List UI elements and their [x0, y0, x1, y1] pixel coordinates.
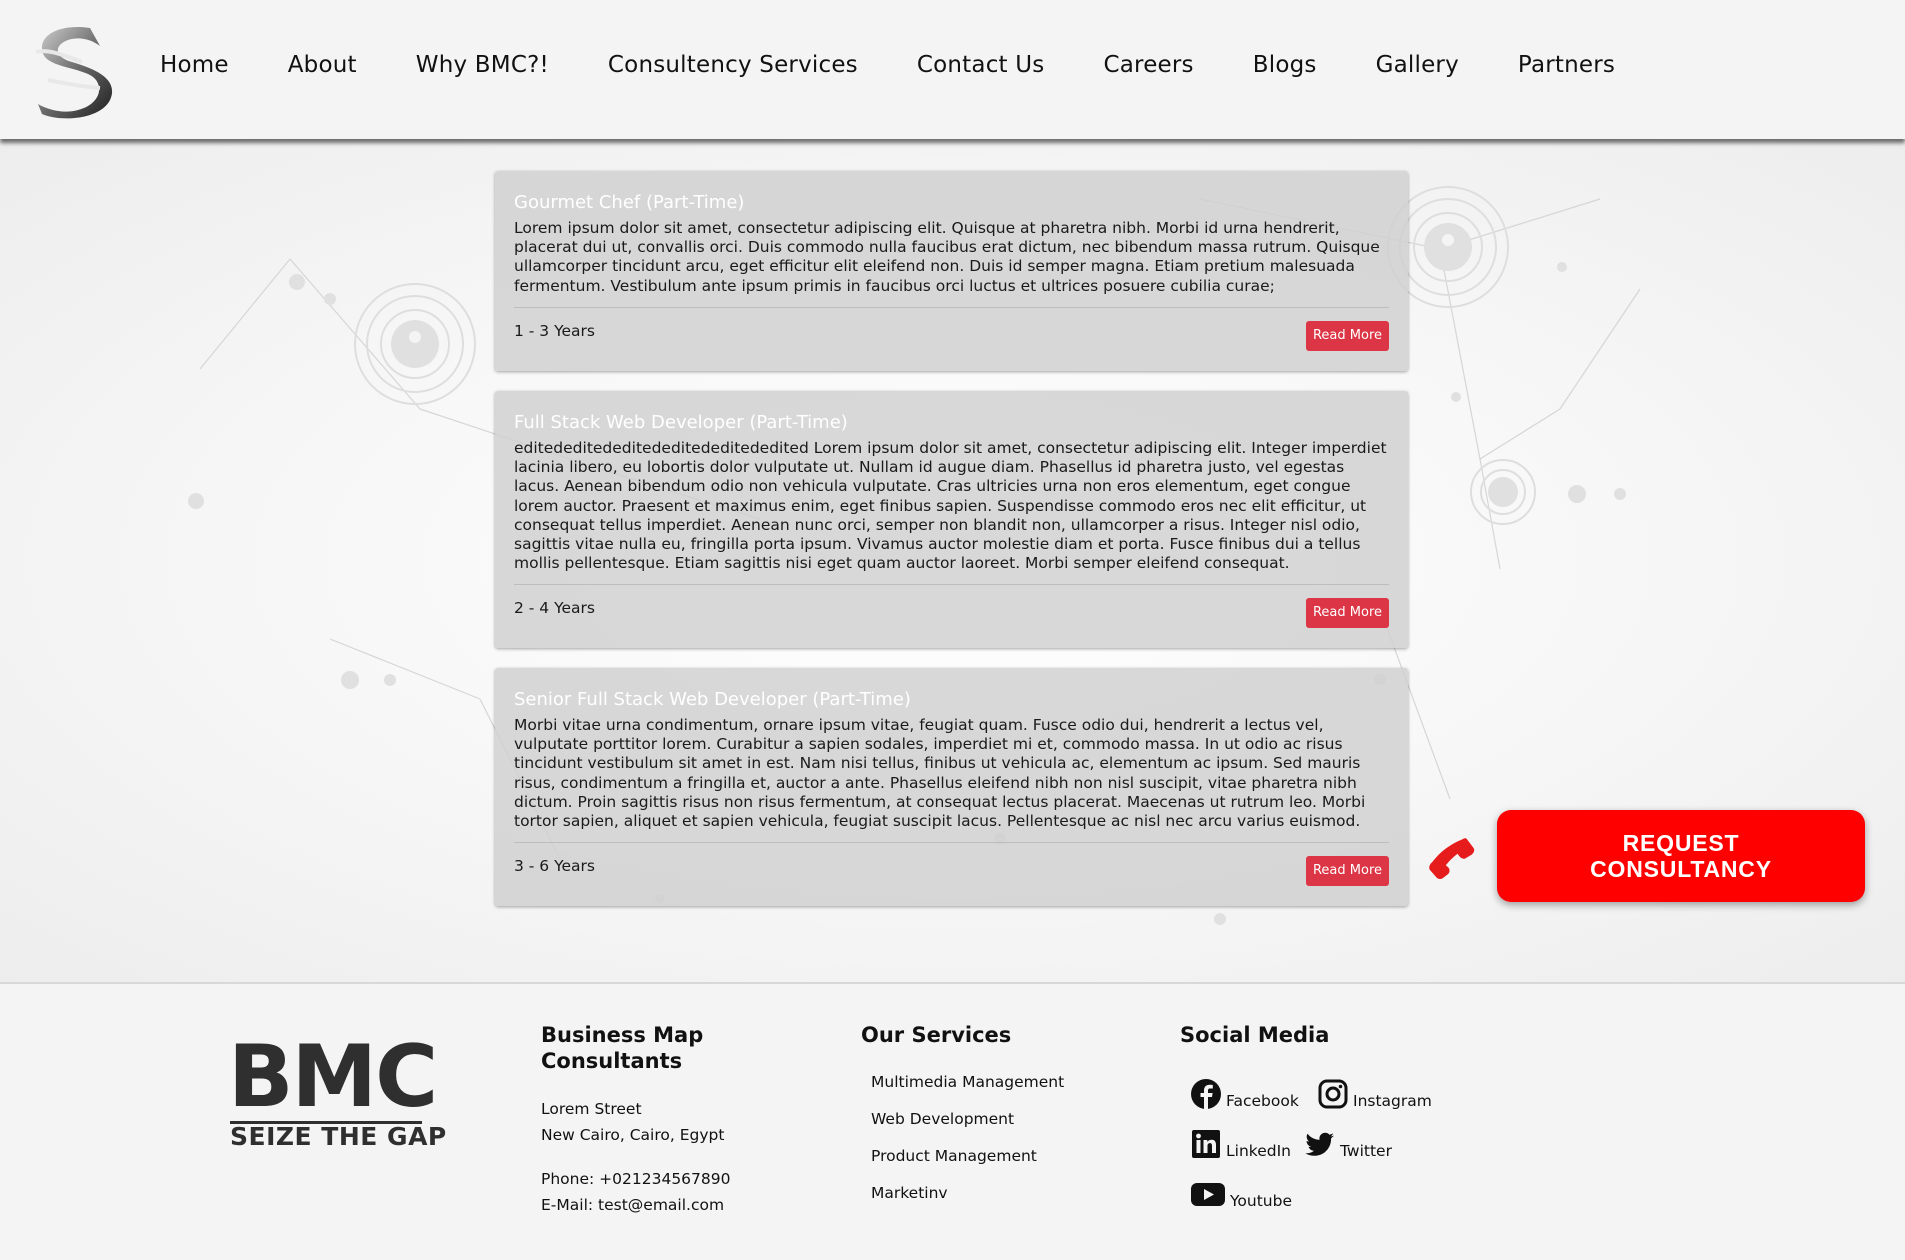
footer-business-column: Business Map Consultants Lorem Street Ne… [541, 1022, 781, 1218]
services-title: Our Services [861, 1023, 1012, 1047]
services-list: Multimedia Management Web Development Pr… [861, 1064, 1121, 1212]
service-item[interactable]: Multimedia Management [861, 1064, 1121, 1101]
social-instagram[interactable]: Instagram [1317, 1078, 1432, 1110]
business-contact: Phone: +021234567890 E-Mail: test@email.… [541, 1166, 781, 1218]
job-card: Gourmet Chef (Part-Time) Lorem ipsum dol… [495, 171, 1408, 371]
linkedin-icon [1192, 1130, 1220, 1158]
address-street: Lorem Street [541, 1100, 642, 1118]
business-address: Lorem Street New Cairo, Cairo, Egypt [541, 1096, 781, 1148]
bmc-logo-tagline: SEIZE THE GAP [230, 1122, 447, 1151]
nav-partners[interactable]: Partners [1518, 52, 1615, 78]
site-header: Home About Why BMC?! Consultency Service… [0, 0, 1905, 139]
main-nav: Home About Why BMC?! Consultency Service… [160, 52, 1674, 78]
nav-consultency-services[interactable]: Consultency Services [608, 52, 858, 78]
social-title: Social Media [1180, 1023, 1330, 1047]
read-more-button[interactable]: Read More [1306, 856, 1389, 886]
job-experience: 1 - 3 Years [514, 322, 595, 340]
youtube-icon [1191, 1183, 1225, 1206]
job-title[interactable]: Full Stack Web Developer (Part-Time) [514, 411, 1389, 435]
social-facebook[interactable]: Facebook [1190, 1078, 1299, 1110]
request-consultancy-label: REQUEST CONSULTANCY [1590, 830, 1772, 882]
instagram-icon [1318, 1079, 1348, 1109]
phone-icon[interactable] [1428, 833, 1476, 881]
bmc-logo-text: BMC [228, 1027, 438, 1127]
nav-blogs[interactable]: Blogs [1253, 52, 1317, 78]
bmc-footer-logo[interactable]: BMC SEIZE THE GAP [228, 1034, 446, 1151]
job-experience: 3 - 6 Years [514, 857, 595, 875]
job-experience: 2 - 4 Years [514, 599, 595, 617]
business-title-line-1: Business Map [541, 1023, 704, 1047]
job-card-footer: 2 - 4 Years Read More [514, 584, 1389, 648]
job-description: Morbi vitae urna condimentum, ornare ips… [514, 716, 1366, 831]
job-card-footer: 3 - 6 Years Read More [514, 842, 1389, 906]
service-item[interactable]: Product Management [861, 1138, 1121, 1175]
social-links: Facebook Instagram LinkedIn Twitter Yout… [1180, 1066, 1480, 1216]
site-footer: BMC SEIZE THE GAP Business Map Consultan… [0, 982, 1905, 1260]
youtube-label: Youtube [1230, 1192, 1292, 1210]
facebook-icon [1191, 1079, 1221, 1109]
business-title-line-2: Consultants [541, 1049, 683, 1073]
facebook-label: Facebook [1226, 1092, 1299, 1110]
read-more-button[interactable]: Read More [1306, 321, 1389, 351]
twitter-icon [1305, 1132, 1334, 1156]
footer-services-column: Our Services Multimedia Management Web D… [861, 1022, 1121, 1212]
business-email[interactable]: E-Mail: test@email.com [541, 1192, 781, 1218]
instagram-label: Instagram [1353, 1092, 1432, 1110]
request-consultancy-button[interactable]: REQUEST CONSULTANCY [1497, 810, 1865, 902]
nav-careers[interactable]: Careers [1104, 52, 1194, 78]
linkedin-label: LinkedIn [1226, 1142, 1291, 1160]
business-title: Business Map Consultants [541, 1022, 781, 1074]
service-item[interactable]: Web Development [861, 1101, 1121, 1138]
job-title[interactable]: Senior Full Stack Web Developer (Part-Ti… [514, 688, 1389, 712]
job-card: Full Stack Web Developer (Part-Time) edi… [495, 391, 1408, 648]
service-item[interactable]: Marketinv [861, 1175, 1121, 1212]
nav-home[interactable]: Home [160, 52, 229, 78]
nav-contact-us[interactable]: Contact Us [917, 52, 1045, 78]
consult-line-1: REQUEST [1622, 830, 1740, 856]
twitter-label: Twitter [1340, 1142, 1392, 1160]
consult-line-2: CONSULTANCY [1590, 856, 1772, 882]
job-title[interactable]: Gourmet Chef (Part-Time) [514, 191, 1389, 215]
social-linkedin[interactable]: LinkedIn [1190, 1128, 1291, 1160]
nav-why-bmc[interactable]: Why BMC?! [416, 52, 549, 78]
business-phone[interactable]: Phone: +021234567890 [541, 1166, 781, 1192]
read-more-button[interactable]: Read More [1306, 598, 1389, 628]
job-description: Lorem ipsum dolor sit amet, consectetur … [514, 219, 1380, 295]
footer-social-column: Social Media Facebook Instagram LinkedIn… [1180, 1022, 1480, 1216]
address-city: New Cairo, Cairo, Egypt [541, 1126, 725, 1144]
nav-gallery[interactable]: Gallery [1376, 52, 1459, 78]
job-description: editededitededitededitededitededited Lor… [514, 439, 1387, 573]
nav-about[interactable]: About [288, 52, 357, 78]
social-twitter[interactable]: Twitter [1304, 1128, 1392, 1160]
bmc-s-logo-icon[interactable] [30, 22, 114, 120]
job-card: Senior Full Stack Web Developer (Part-Ti… [495, 668, 1408, 906]
social-youtube[interactable]: Youtube [1190, 1178, 1292, 1210]
job-card-footer: 1 - 3 Years Read More [514, 307, 1389, 371]
